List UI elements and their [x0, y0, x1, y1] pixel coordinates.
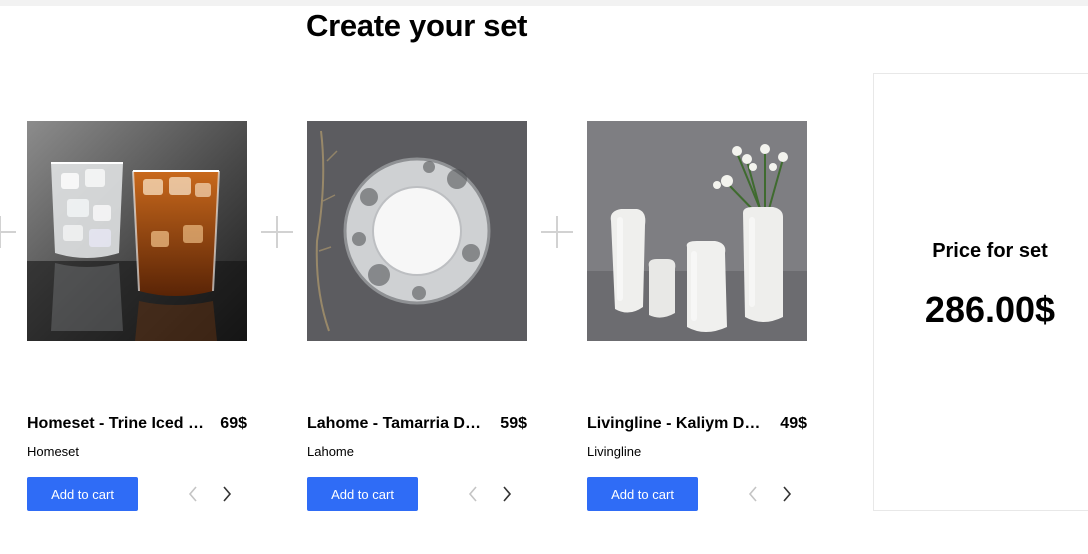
product-card: Homeset - Trine Iced … 69$ Homeset Add t…: [27, 121, 247, 513]
product-price: 49$: [780, 415, 807, 432]
chevron-left-icon[interactable]: [742, 483, 764, 505]
product-price: 69$: [220, 415, 247, 432]
product-card: Livingline - Kaliym De… 49$ Livingline A…: [587, 121, 807, 513]
product-title-row: Livingline - Kaliym De… 49$: [587, 415, 807, 433]
product-image-glassware[interactable]: [27, 121, 247, 341]
price-summary-label: Price for set: [932, 240, 1048, 262]
price-summary-total: 286.00$: [924, 289, 1056, 330]
product-name[interactable]: Lahome - Tamarria De…: [307, 415, 489, 433]
product-title-row: Lahome - Tamarria De… 59$: [307, 415, 527, 433]
plus-icon: [261, 216, 293, 248]
add-to-cart-button[interactable]: Add to cart: [587, 477, 698, 511]
product-image-vases[interactable]: [587, 121, 807, 341]
add-to-cart-button[interactable]: Add to cart: [27, 477, 138, 511]
product-price: 59$: [500, 415, 527, 432]
product-name[interactable]: Livingline - Kaliym De…: [587, 415, 769, 433]
top-strip: [0, 0, 1088, 6]
chevron-right-icon[interactable]: [496, 483, 518, 505]
price-summary-panel: Price for set 286.00$: [873, 73, 1088, 511]
product-title-row: Homeset - Trine Iced … 69$: [27, 415, 247, 433]
plus-icon: [541, 216, 573, 248]
page-title: Create your set: [306, 8, 528, 43]
product-brand: Homeset: [27, 444, 80, 459]
product-card: Lahome - Tamarria De… 59$ Lahome Add to …: [307, 121, 527, 513]
plus-icon: [0, 216, 16, 248]
chevron-right-icon[interactable]: [776, 483, 798, 505]
product-brand: Lahome: [307, 444, 354, 459]
chevron-left-icon[interactable]: [462, 483, 484, 505]
chevron-left-icon[interactable]: [182, 483, 204, 505]
add-to-cart-button[interactable]: Add to cart: [307, 477, 418, 511]
product-name[interactable]: Homeset - Trine Iced …: [27, 415, 204, 433]
product-image-plate[interactable]: [307, 121, 527, 341]
product-brand: Livingline: [587, 444, 642, 459]
chevron-right-icon[interactable]: [216, 483, 238, 505]
